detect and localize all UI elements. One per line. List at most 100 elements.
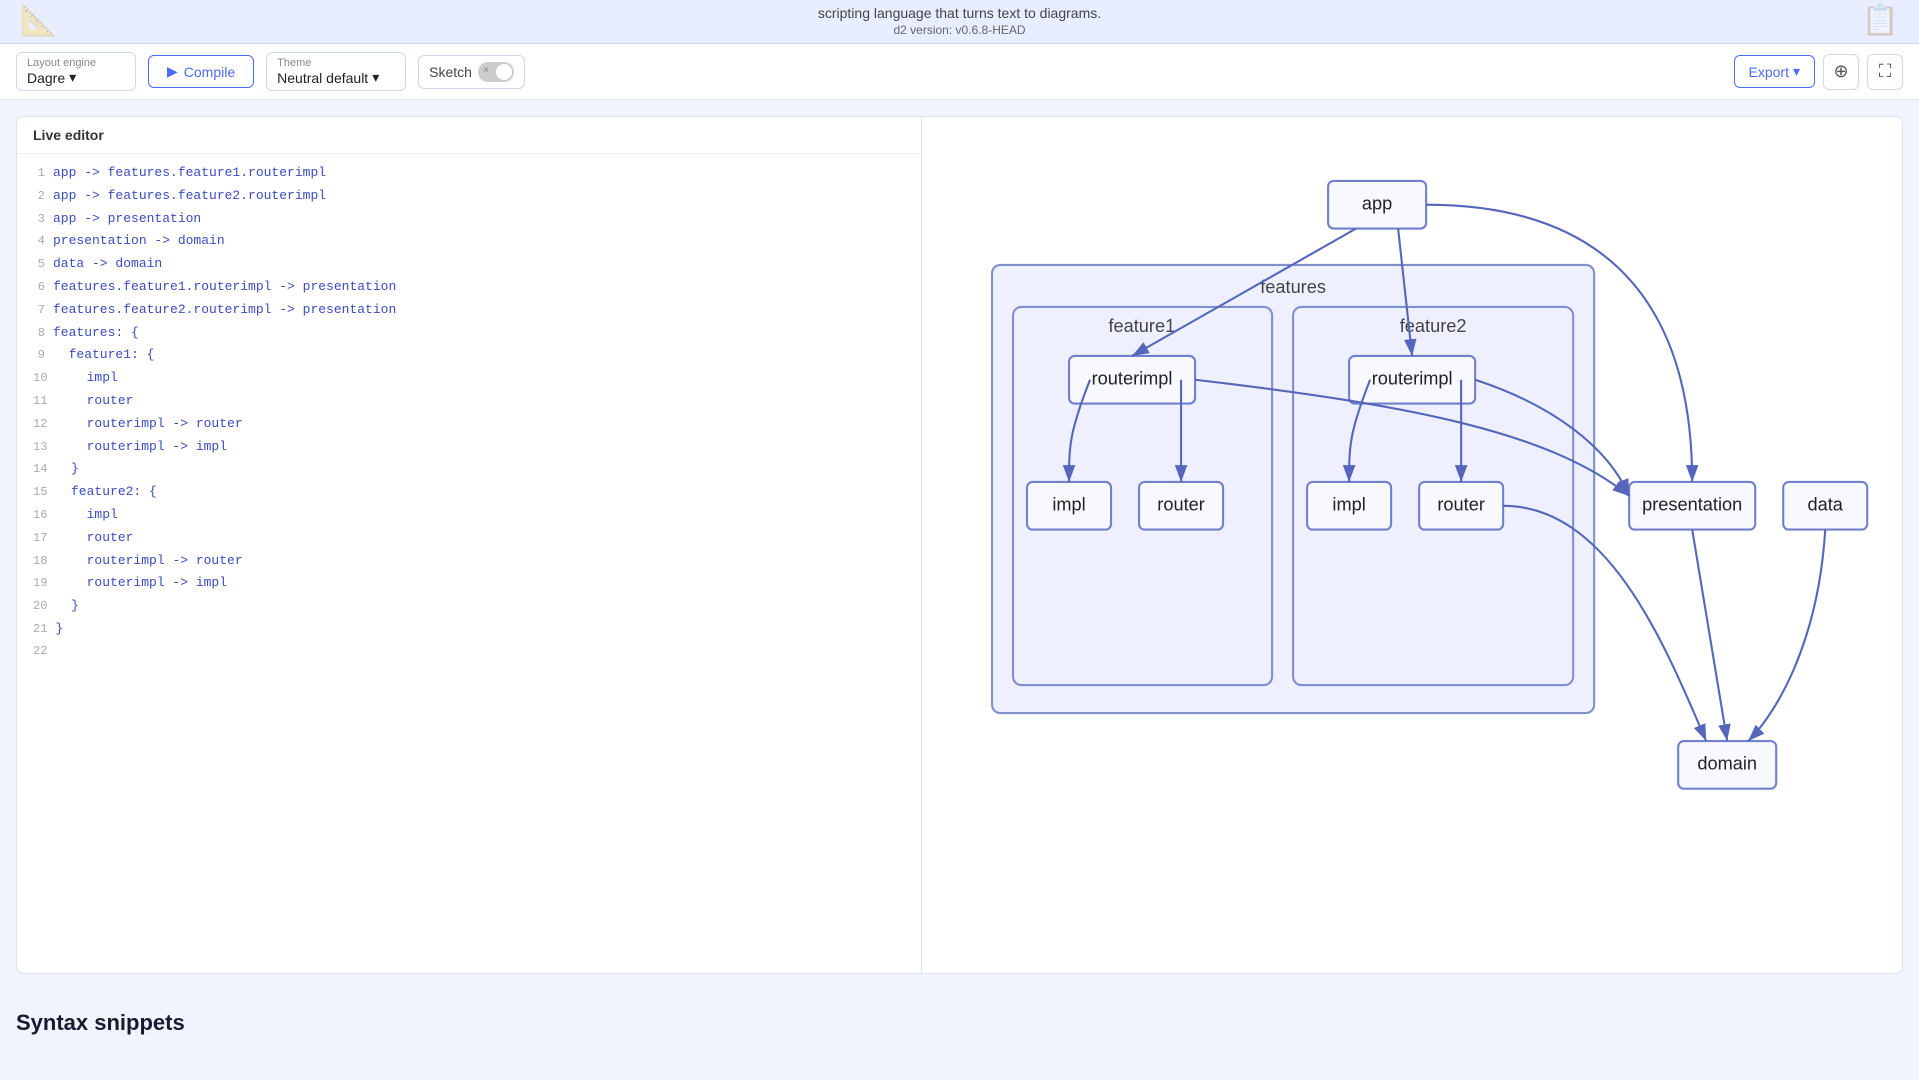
layout-engine-value: Dagre ▾ xyxy=(27,69,76,86)
play-icon: ▶ xyxy=(167,63,178,80)
code-line: 21} xyxy=(17,618,921,641)
code-line: 9 feature1: { xyxy=(17,344,921,367)
syntax-section: Syntax snippets xyxy=(0,990,1919,1046)
editor-panel: Live editor 1app -> features.feature1.ro… xyxy=(16,116,922,974)
line-number: 7 xyxy=(17,301,53,320)
presentation-to-domain-arrow xyxy=(1692,530,1727,741)
diagram-svg: app features feature1 feature2 routerimp… xyxy=(922,117,1902,973)
export-button[interactable]: Export ▾ xyxy=(1734,55,1816,88)
line-number: 2 xyxy=(17,187,53,206)
code-line: 13 routerimpl -> impl xyxy=(17,436,921,459)
code-line: 7features.feature2.routerimpl -> present… xyxy=(17,299,921,322)
line-number: 20 xyxy=(17,597,55,616)
code-line: 5data -> domain xyxy=(17,253,921,276)
line-content: router xyxy=(55,391,133,412)
zoom-in-icon: ⊕ xyxy=(1833,61,1848,82)
line-content: app -> presentation xyxy=(53,209,201,230)
line-content: features.feature2.routerimpl -> presenta… xyxy=(53,300,396,321)
line-number: 22 xyxy=(17,642,55,661)
code-line: 18 routerimpl -> router xyxy=(17,550,921,573)
f2-impl-label: impl xyxy=(1332,495,1365,515)
line-content: features: { xyxy=(53,323,139,344)
code-line: 2app -> features.feature2.routerimpl xyxy=(17,185,921,208)
syntax-title: Syntax snippets xyxy=(16,1010,1903,1036)
line-content: } xyxy=(55,596,78,617)
line-number: 9 xyxy=(17,346,53,365)
theme-value: Neutral default ▾ xyxy=(277,69,379,86)
line-number: 10 xyxy=(17,369,55,388)
f1-impl-label: impl xyxy=(1052,495,1085,515)
code-line: 19 routerimpl -> impl xyxy=(17,572,921,595)
f2-routerimpl-label: routerimpl xyxy=(1371,369,1452,389)
layout-engine-label: Layout engine xyxy=(27,57,96,69)
fullscreen-icon: ⛶ xyxy=(1879,61,1892,82)
code-line: 16 impl xyxy=(17,504,921,527)
banner-text: scripting language that turns text to di… xyxy=(818,5,1101,21)
line-content: impl xyxy=(55,505,117,526)
deco-left: 📐 xyxy=(20,3,57,38)
line-content: router xyxy=(55,528,133,549)
line-number: 6 xyxy=(17,278,53,297)
line-content: data -> domain xyxy=(53,254,162,275)
line-content: features.feature1.routerimpl -> presenta… xyxy=(53,277,396,298)
compile-button[interactable]: ▶ Compile xyxy=(148,55,254,88)
banner-version: d2 version: v0.6.8-HEAD xyxy=(818,23,1101,37)
zoom-in-button[interactable]: ⊕ xyxy=(1823,54,1859,90)
feature1-label: feature1 xyxy=(1108,316,1175,336)
line-content: routerimpl -> impl xyxy=(55,437,227,458)
code-line: 8features: { xyxy=(17,322,921,345)
toolbar-right: Export ▾ ⊕ ⛶ xyxy=(1734,54,1904,90)
layout-engine-dropdown[interactable]: Layout engine Dagre ▾ xyxy=(16,52,136,91)
presentation-label: presentation xyxy=(1642,495,1742,515)
line-number: 11 xyxy=(17,392,55,411)
code-line: 14 } xyxy=(17,458,921,481)
line-content: } xyxy=(55,619,63,640)
line-content: } xyxy=(55,459,78,480)
line-number: 13 xyxy=(17,438,55,457)
toggle-thumb xyxy=(496,64,512,80)
line-number: 19 xyxy=(17,574,55,593)
code-line: 20 } xyxy=(17,595,921,618)
line-content: app -> features.feature1.routerimpl xyxy=(53,163,326,184)
theme-label: Theme xyxy=(277,57,311,69)
app-label: app xyxy=(1362,194,1392,214)
top-banner: 📐 scripting language that turns text to … xyxy=(0,0,1919,44)
main-content: Live editor 1app -> features.feature1.ro… xyxy=(0,100,1919,990)
line-number: 4 xyxy=(17,232,53,251)
code-line: 10 impl xyxy=(17,367,921,390)
toolbar: Layout engine Dagre ▾ ▶ Compile Theme Ne… xyxy=(0,44,1919,100)
sketch-toggle[interactable]: Sketch × xyxy=(418,55,525,89)
line-number: 17 xyxy=(17,529,55,548)
code-line: 17 router xyxy=(17,527,921,550)
line-number: 21 xyxy=(17,620,55,639)
line-number: 18 xyxy=(17,552,55,571)
code-line: 3app -> presentation xyxy=(17,208,921,231)
chevron-down-icon: ▾ xyxy=(1793,63,1800,80)
line-content: feature2: { xyxy=(55,482,156,503)
code-line: 15 feature2: { xyxy=(17,481,921,504)
data-label: data xyxy=(1807,495,1843,515)
line-number: 8 xyxy=(17,324,53,343)
diagram-panel: app features feature1 feature2 routerimp… xyxy=(922,116,1903,974)
theme-dropdown[interactable]: Theme Neutral default ▾ xyxy=(266,52,406,91)
sketch-label: Sketch xyxy=(429,64,472,80)
fullscreen-button[interactable]: ⛶ xyxy=(1867,54,1903,90)
editor-body[interactable]: 1app -> features.feature1.routerimpl2app… xyxy=(17,154,921,973)
line-content: impl xyxy=(55,368,117,389)
code-line: 6features.feature1.routerimpl -> present… xyxy=(17,276,921,299)
line-number: 14 xyxy=(17,460,55,479)
line-content: app -> features.feature2.routerimpl xyxy=(53,186,326,207)
line-number: 1 xyxy=(17,164,53,183)
toggle-track[interactable]: × xyxy=(478,62,514,82)
editor-header: Live editor xyxy=(17,117,921,154)
line-content: presentation -> domain xyxy=(53,231,225,252)
toolbar-left: Layout engine Dagre ▾ ▶ Compile Theme Ne… xyxy=(16,52,1722,91)
line-content: routerimpl -> router xyxy=(55,414,242,435)
line-number: 3 xyxy=(17,210,53,229)
line-content: feature1: { xyxy=(53,345,154,366)
line-number: 16 xyxy=(17,506,55,525)
deco-right: 📋 xyxy=(1862,3,1899,38)
f1-routerimpl-label: routerimpl xyxy=(1091,369,1172,389)
code-line: 11 router xyxy=(17,390,921,413)
line-number: 15 xyxy=(17,483,55,502)
